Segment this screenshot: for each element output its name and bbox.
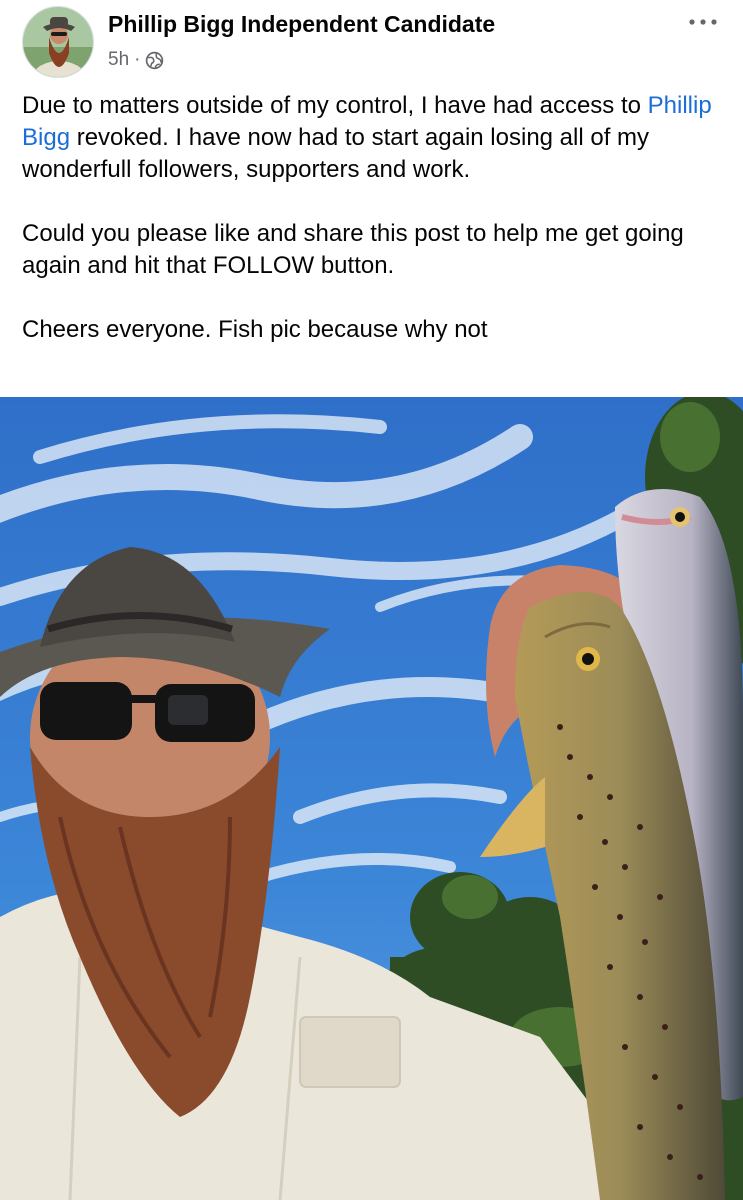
paragraph-1-end: revoked. I have now had to start again l… xyxy=(22,124,650,183)
author-name[interactable]: Phillip Bigg Independent Candidate xyxy=(108,11,495,38)
post-timestamp[interactable]: 5h xyxy=(108,49,129,71)
post-paragraph-3: Cheers everyone. Fish pic because why no… xyxy=(22,316,488,343)
post-photo[interactable] xyxy=(0,397,743,1200)
globe-icon xyxy=(145,51,164,70)
post-paragraph-2: Could you please like and share this pos… xyxy=(22,220,684,279)
meta-separator: · xyxy=(134,49,141,70)
more-horizontal-icon[interactable] xyxy=(686,12,720,32)
paragraph-1-start: Due to matters outside of my control, I … xyxy=(22,92,648,119)
post-header: Phillip Bigg Independent Candidate 5h · xyxy=(0,0,743,84)
post-meta: 5h · xyxy=(108,48,164,72)
author-avatar[interactable] xyxy=(22,6,94,78)
post-paragraph-1: Due to matters outside of my control, I … xyxy=(22,90,722,186)
post-body: Due to matters outside of my control, I … xyxy=(22,90,722,346)
